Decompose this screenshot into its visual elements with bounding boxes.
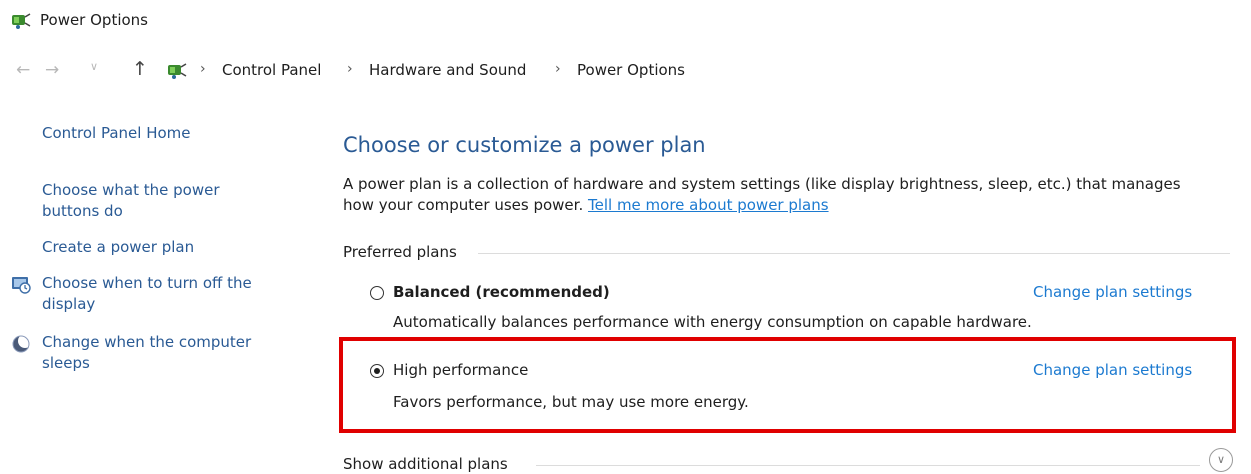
description-line-2: how your computer uses power. Tell me mo… [343, 195, 1181, 216]
back-arrow-icon[interactable]: ← [16, 60, 30, 80]
link-line-2: buttons do [42, 202, 123, 220]
breadcrumb-control-panel[interactable]: Control Panel [222, 61, 321, 79]
divider [536, 465, 1200, 466]
create-power-plan-link[interactable]: Create a power plan [42, 237, 194, 258]
link-line-1: Choose when to turn off the [42, 274, 252, 292]
address-bar: ← → ∨ ↑ › Control Panel › Hardware and S… [0, 52, 1251, 90]
breadcrumb-power-options[interactable]: Power Options [577, 61, 685, 79]
power-buttons-link[interactable]: Choose what the power buttons do [42, 180, 220, 222]
balanced-plan-description: Automatically balances performance with … [393, 313, 1032, 331]
highlight-box [339, 337, 1236, 433]
show-additional-plans-label[interactable]: Show additional plans [343, 455, 508, 473]
chevron-down-icon[interactable]: ∨ [90, 60, 98, 73]
link-line-2: sleeps [42, 354, 90, 372]
control-panel-home-link[interactable]: Control Panel Home [42, 123, 191, 144]
power-options-icon [12, 13, 31, 29]
description-line-1: A power plan is a collection of hardware… [343, 175, 1181, 193]
page-description: A power plan is a collection of hardware… [343, 174, 1181, 216]
tell-me-more-link[interactable]: Tell me more about power plans [588, 196, 829, 214]
link-line-1: Change when the computer [42, 333, 252, 351]
control-panel-icon [168, 63, 187, 79]
breadcrumb-separator: › [347, 61, 353, 77]
description-text: how your computer uses power. [343, 196, 584, 214]
balanced-plan-name[interactable]: Balanced (recommended) [393, 283, 610, 301]
monitor-icon [12, 277, 31, 294]
link-line-2: display [42, 295, 96, 313]
breadcrumb-separator: › [555, 61, 561, 77]
title-bar: Power Options [0, 0, 1251, 42]
computer-sleeps-link[interactable]: Change when the computer sleeps [42, 332, 251, 374]
preferred-plans-label: Preferred plans [343, 243, 457, 261]
link-line-1: Create a power plan [42, 238, 195, 256]
window-title: Power Options [40, 11, 148, 29]
divider [478, 253, 1230, 254]
moon-icon [12, 334, 32, 353]
chevron-down-circle-icon[interactable]: ∨ [1209, 448, 1233, 472]
breadcrumb-separator: › [200, 61, 206, 77]
link-line-1: Choose what the power [42, 181, 220, 199]
turn-off-display-link[interactable]: Choose when to turn off the display [42, 273, 252, 315]
up-arrow-icon[interactable]: ↑ [132, 58, 148, 80]
balanced-change-settings-link[interactable]: Change plan settings [1033, 283, 1192, 301]
breadcrumb-hardware-and-sound[interactable]: Hardware and Sound [369, 61, 526, 79]
balanced-radio[interactable] [370, 286, 384, 300]
page-title: Choose or customize a power plan [343, 133, 706, 157]
forward-arrow-icon[interactable]: → [45, 60, 59, 80]
